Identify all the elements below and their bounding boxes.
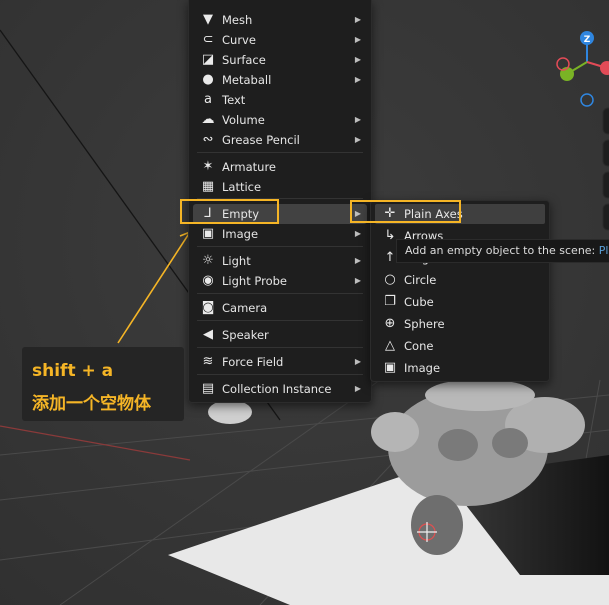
submenu-arrow-icon: ▶: [354, 15, 361, 24]
annotation-box: shift + a 添加一个空物体: [22, 347, 184, 421]
submenu-item-label: Image: [404, 361, 441, 375]
menu-item-grease-pencil[interactable]: ∾ Grease Pencil ▶: [193, 130, 367, 150]
menu-separator: [197, 347, 363, 348]
submenu-item-cube[interactable]: ❐ Cube: [375, 292, 545, 312]
submenu-arrow-icon: ▶: [354, 135, 361, 144]
curve-icon: ⊂: [202, 32, 214, 47]
image-icon: ▣: [383, 360, 397, 375]
submenu-item-image[interactable]: ▣ Image: [375, 358, 545, 378]
metaball-icon: ●: [202, 72, 214, 87]
menu-item-light-probe[interactable]: ◉ Light Probe ▶: [193, 271, 367, 291]
submenu-item-label: Cube: [404, 295, 434, 309]
menu-item-label: Collection Instance: [222, 382, 332, 396]
submenu-item-label: Sphere: [404, 317, 445, 331]
menu-item-label: Metaball: [222, 73, 272, 87]
menu-item-label: Curve: [222, 33, 256, 47]
annotation-shortcut: shift + a: [32, 361, 114, 381]
menu-item-label: Light: [222, 254, 251, 268]
menu-item-curve[interactable]: ⊂ Curve ▶: [193, 30, 367, 50]
submenu-arrow-icon: ▶: [354, 35, 361, 44]
tooltip-suffix: Plai: [598, 244, 609, 257]
menu-item-label: Armature: [222, 160, 276, 174]
menu-separator: [197, 320, 363, 321]
menu-separator: [197, 293, 363, 294]
menu-item-armature[interactable]: ✶ Armature: [193, 157, 367, 177]
menu-item-label: Text: [222, 93, 246, 107]
submenu-item-label: Cone: [404, 339, 434, 353]
submenu-item-label: Circle: [404, 273, 437, 287]
submenu-item-circle[interactable]: ○ Circle: [375, 270, 545, 290]
submenu-item-sphere[interactable]: ⊕ Sphere: [375, 314, 545, 334]
menu-item-label: Camera: [222, 301, 268, 315]
circle-icon: ○: [384, 272, 396, 287]
highlight-box-plain-axes: [350, 200, 461, 223]
submenu-arrow-icon: ▶: [354, 357, 361, 366]
speaker-icon: ◀: [203, 327, 213, 342]
menu-item-label: Force Field: [222, 355, 284, 369]
submenu-arrow-icon: ▶: [354, 276, 361, 285]
submenu-arrow-icon: ▶: [354, 229, 361, 238]
menu-item-mesh[interactable]: ▼ Mesh ▶: [193, 10, 367, 30]
menu-item-label: Surface: [222, 53, 266, 67]
submenu-arrow-icon: ▶: [354, 55, 361, 64]
menu-item-light[interactable]: ☼ Light ▶: [193, 251, 367, 271]
submenu-item-cone[interactable]: △ Cone: [375, 336, 545, 356]
tooltip-text: Add an empty object to the scene:: [405, 244, 596, 257]
menu-item-image[interactable]: ▣ Image ▶: [193, 224, 367, 244]
volume-icon: ☁: [201, 112, 215, 127]
grease-pencil-icon: ∾: [202, 132, 214, 147]
menu-item-label: Light Probe: [222, 274, 287, 288]
empty-submenu: ✛Plain Axes↳Arrows↑Single Arrow○Circle❐C…: [370, 200, 550, 382]
menu-separator: [197, 152, 363, 153]
text-icon: a: [204, 92, 212, 107]
armature-icon: ✶: [202, 159, 214, 174]
tooltip: Add an empty object to the scene: Plai: [396, 239, 609, 263]
menu-item-metaball[interactable]: ● Metaball ▶: [193, 70, 367, 90]
menu-item-label: Grease Pencil: [222, 133, 300, 147]
submenu-arrow-icon: ▶: [354, 115, 361, 124]
camera-icon: ◙: [201, 300, 215, 315]
mesh-icon: ▼: [203, 12, 213, 27]
menu-separator: [197, 374, 363, 375]
menu-item-lattice[interactable]: ▦ Lattice: [193, 177, 367, 197]
light-probe-icon: ◉: [202, 273, 214, 288]
lattice-icon: ▦: [201, 179, 215, 194]
menu-separator: [197, 246, 363, 247]
menu-item-camera[interactable]: ◙ Camera: [193, 298, 367, 318]
submenu-arrow-icon: ▶: [354, 256, 361, 265]
menu-item-surface[interactable]: ◪ Surface ▶: [193, 50, 367, 70]
submenu-arrow-icon: ▶: [354, 75, 361, 84]
cube-icon: ❐: [384, 294, 396, 309]
sphere-icon: ⊕: [384, 316, 396, 331]
submenu-arrow-icon: ▶: [354, 384, 361, 393]
second-object: [208, 400, 252, 424]
cone-icon: △: [385, 338, 395, 353]
highlight-box-empty: [180, 199, 279, 224]
surface-icon: ◪: [201, 52, 215, 67]
menu-item-text[interactable]: a Text: [193, 90, 367, 110]
menu-item-label: Speaker: [222, 328, 269, 342]
annotation-caption: 添加一个空物体: [32, 394, 151, 414]
gizmo-z-label: Z: [584, 35, 591, 45]
light-icon: ☼: [202, 253, 214, 268]
menu-item-label: Volume: [222, 113, 265, 127]
menu-item-speaker[interactable]: ◀ Speaker: [193, 325, 367, 345]
menu-item-force-field[interactable]: ≋ Force Field ▶: [193, 352, 367, 372]
menu-item-label: Image: [222, 227, 259, 241]
menu-item-label: Mesh: [222, 13, 253, 27]
force-field-icon: ≋: [202, 354, 214, 369]
menu-item-collection-instance[interactable]: ▤ Collection Instance ▶: [193, 379, 367, 399]
menu-item-label: Lattice: [222, 180, 262, 194]
collection-instance-icon: ▤: [201, 381, 215, 396]
image-icon: ▣: [201, 226, 215, 241]
menu-item-volume[interactable]: ☁ Volume ▶: [193, 110, 367, 130]
